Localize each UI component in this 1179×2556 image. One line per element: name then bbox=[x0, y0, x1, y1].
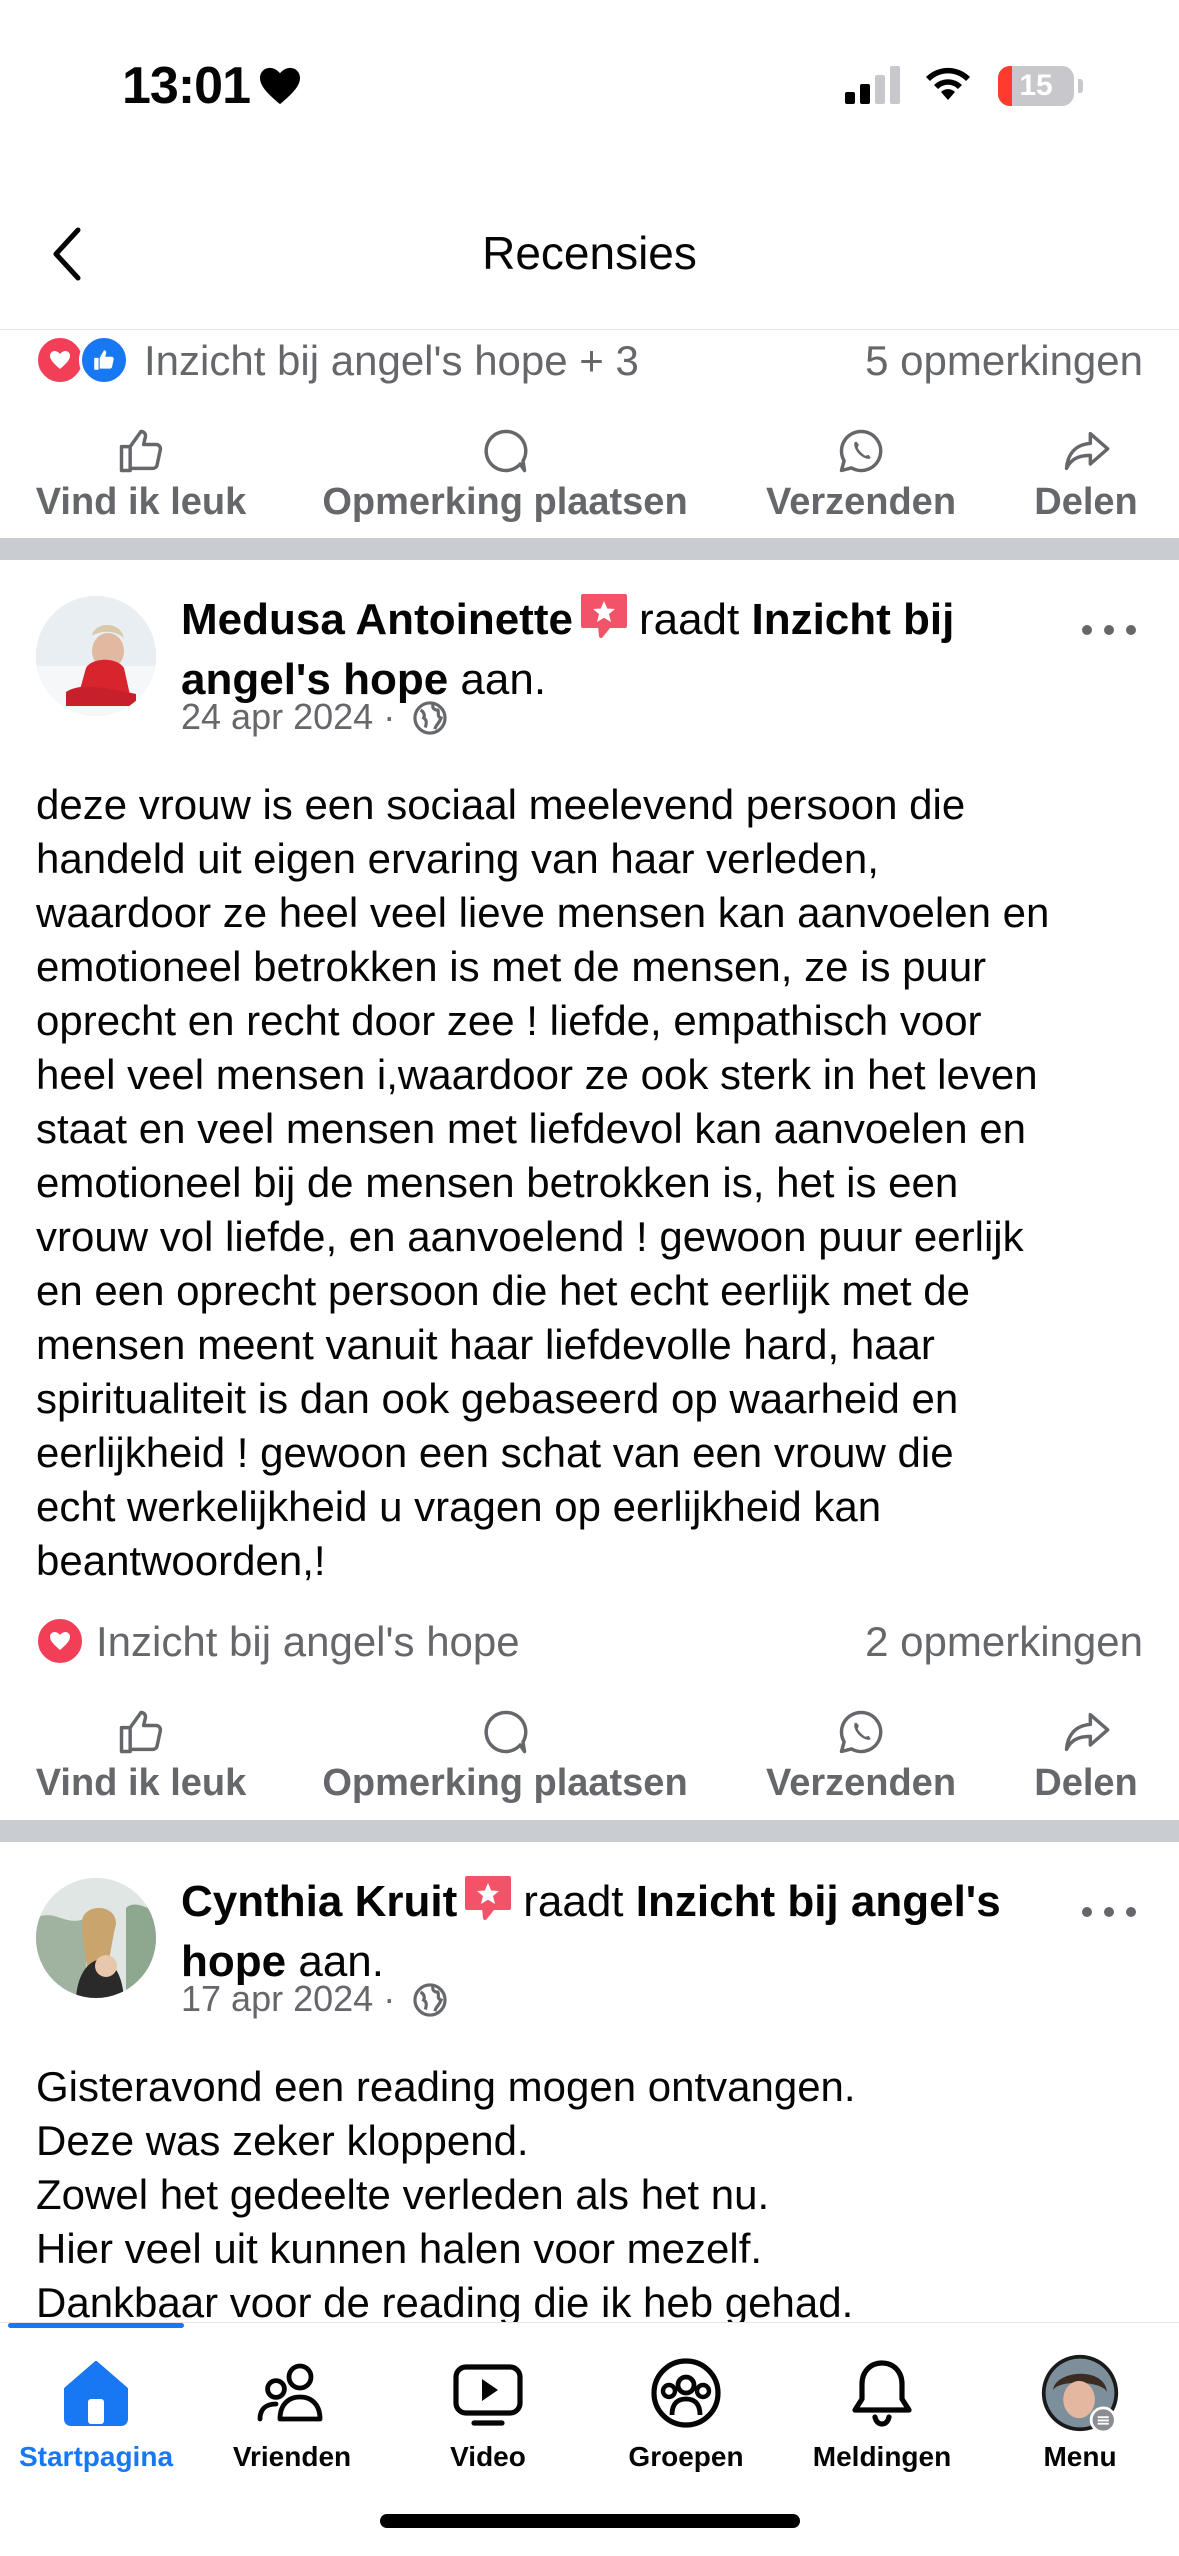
separator-dot: · bbox=[383, 1978, 396, 2019]
signal-icon bbox=[845, 66, 900, 104]
tab-notifications-label: Meldingen bbox=[812, 2441, 952, 2472]
reactions-summary[interactable]: Inzicht bij angel's hope 2 opmerkingen bbox=[0, 1606, 1179, 1676]
tab-friends[interactable]: Vrienden bbox=[194, 2353, 390, 2473]
tab-friends-label: Vrienden bbox=[232, 2441, 352, 2472]
post-body-text: deze vrouw is een sociaal meelevend pers… bbox=[36, 781, 1050, 1584]
verb-text: raadt bbox=[523, 1877, 624, 1926]
reactions-text: Inzicht bij angel's hope bbox=[96, 1618, 520, 1665]
more-icon[interactable] bbox=[1079, 620, 1139, 640]
post-date: 17 apr 2024 · bbox=[181, 1978, 449, 2020]
home-indicator bbox=[380, 2514, 800, 2528]
tab-menu-label: Menu bbox=[1043, 2441, 1117, 2472]
groups-icon bbox=[651, 2358, 721, 2428]
post-title: Cynthia Kruit raadt Inzicht bij angel's h… bbox=[181, 1872, 1031, 1992]
like-label: Vind ik leuk bbox=[35, 481, 247, 523]
video-icon bbox=[453, 2364, 523, 2426]
page-name[interactable]: Inzicht bij angel's bbox=[636, 1877, 1001, 1926]
header: Recensies bbox=[0, 180, 1179, 330]
post-actions: Vind ik leuk Opmerking plaatsen Verzende… bbox=[0, 425, 1179, 535]
send-button[interactable]: Verzenden bbox=[758, 1706, 964, 1805]
separator-dot: · bbox=[383, 696, 396, 737]
star-badge-icon bbox=[580, 594, 627, 638]
author-name[interactable]: Cynthia Kruit bbox=[181, 1877, 457, 1926]
globe-icon bbox=[413, 701, 447, 735]
tab-video-label: Video bbox=[450, 2441, 526, 2472]
status-bar: 13:01 15 bbox=[0, 0, 1179, 175]
tab-home-label: Startpagina bbox=[18, 2441, 174, 2472]
status-time: 13:01 bbox=[122, 57, 251, 115]
like-reaction-icon bbox=[79, 335, 129, 385]
post-title: Medusa Antoinette raadt Inzicht bij angel… bbox=[181, 590, 1031, 710]
comment-button[interactable]: Opmerking plaatsen bbox=[312, 425, 698, 524]
bell-icon bbox=[852, 2360, 912, 2427]
wifi-icon bbox=[926, 67, 970, 100]
share-button[interactable]: Delen bbox=[1024, 1706, 1148, 1805]
share-label: Delen bbox=[1034, 1762, 1138, 1804]
tab-home[interactable]: Startpagina bbox=[0, 2353, 194, 2473]
tab-groups[interactable]: Groepen bbox=[588, 2353, 784, 2473]
star-badge-icon bbox=[465, 1876, 512, 1920]
verb-text: raadt bbox=[638, 595, 740, 644]
tab-notifications[interactable]: Meldingen bbox=[784, 2353, 980, 2473]
post-actions: Vind ik leuk Opmerking plaatsen Verzende… bbox=[0, 1706, 1179, 1816]
avatar[interactable] bbox=[36, 596, 156, 716]
comment-icon bbox=[484, 429, 528, 473]
date-text: 24 apr 2024 bbox=[181, 696, 374, 737]
comment-label: Opmerking plaatsen bbox=[322, 481, 688, 523]
love-reaction-icon bbox=[35, 335, 85, 385]
tab-menu[interactable]: Menu bbox=[982, 2353, 1178, 2473]
reactions-summary[interactable]: Inzicht bij angel's hope + 3 5 opmerking… bbox=[0, 325, 1179, 395]
tab-groups-label: Groepen bbox=[628, 2441, 744, 2472]
send-label: Verzenden bbox=[765, 481, 957, 523]
profile-avatar bbox=[1041, 2354, 1119, 2433]
post-divider bbox=[0, 1820, 1179, 1842]
whatsapp-icon bbox=[839, 429, 883, 473]
share-button[interactable]: Delen bbox=[1024, 425, 1148, 524]
comment-label: Opmerking plaatsen bbox=[322, 1762, 688, 1804]
whatsapp-icon bbox=[839, 1710, 883, 1754]
suffix-text: aan. bbox=[460, 655, 547, 704]
post-body-text: Gisteravond een reading mogen ontvangen.… bbox=[36, 2063, 856, 2326]
page-title: Recensies bbox=[482, 227, 697, 279]
home-icon bbox=[64, 2361, 128, 2426]
more-icon[interactable] bbox=[1079, 1902, 1139, 1922]
send-label: Verzenden bbox=[765, 1762, 957, 1804]
heart-icon bbox=[260, 67, 300, 105]
like-button[interactable]: Vind ik leuk bbox=[30, 425, 252, 524]
reactions-text: Inzicht bij angel's hope + 3 bbox=[144, 337, 639, 384]
comment-icon bbox=[484, 1710, 528, 1754]
active-tab-indicator bbox=[8, 2323, 184, 2328]
like-button[interactable]: Vind ik leuk bbox=[30, 1706, 252, 1805]
date-text: 17 apr 2024 bbox=[181, 1978, 374, 2019]
author-name[interactable]: Medusa Antoinette bbox=[181, 595, 573, 644]
like-label: Vind ik leuk bbox=[35, 1762, 247, 1804]
share-icon bbox=[1064, 431, 1110, 471]
comment-button[interactable]: Opmerking plaatsen bbox=[312, 1706, 698, 1805]
battery-indicator: 15 bbox=[998, 66, 1083, 106]
avatar[interactable] bbox=[36, 1878, 156, 1998]
comment-count[interactable]: 5 opmerkingen bbox=[865, 337, 1143, 385]
share-icon bbox=[1064, 1712, 1110, 1752]
battery-level: 15 bbox=[1019, 69, 1053, 102]
love-reaction-icon bbox=[35, 1616, 85, 1666]
post-divider bbox=[0, 538, 1179, 560]
globe-icon bbox=[413, 1983, 447, 2017]
thumbs-up-icon bbox=[119, 1710, 163, 1754]
friends-icon bbox=[257, 2363, 323, 2422]
comment-count[interactable]: 2 opmerkingen bbox=[865, 1618, 1143, 1666]
thumbs-up-icon bbox=[119, 429, 163, 473]
send-button[interactable]: Verzenden bbox=[758, 425, 964, 524]
share-label: Delen bbox=[1034, 481, 1138, 523]
tab-video[interactable]: Video bbox=[390, 2353, 586, 2473]
post-date: 24 apr 2024 · bbox=[181, 696, 449, 738]
